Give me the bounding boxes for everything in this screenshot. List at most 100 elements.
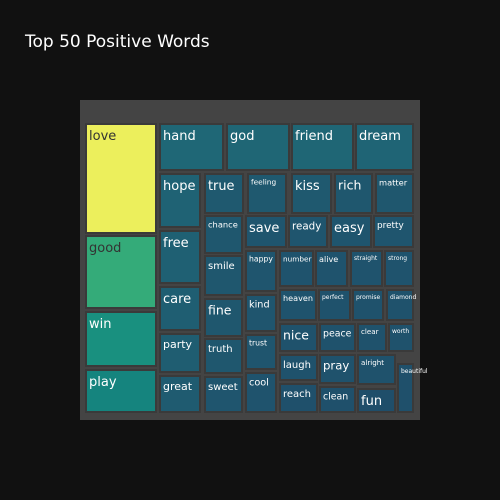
treemap-cell-alright[interactable]: alright	[357, 354, 396, 385]
treemap-cell-beautiful[interactable]: beautiful	[397, 363, 428, 413]
treemap-label: trust	[249, 339, 267, 348]
treemap-cell-alive[interactable]: alive	[315, 250, 348, 287]
treemap-cell-feeling[interactable]: feeling	[247, 173, 287, 214]
treemap-label: clear	[361, 327, 379, 336]
treemap-cell-friend[interactable]: friend	[291, 123, 354, 171]
treemap-cell-strong[interactable]: strong	[384, 250, 414, 287]
treemap-label: pretty	[377, 221, 404, 231]
treemap-label: smile	[208, 261, 235, 272]
treemap-label: alive	[319, 254, 338, 264]
treemap-label: nice	[283, 328, 309, 343]
treemap-cell-peace[interactable]: peace	[319, 323, 356, 352]
treemap-label: easy	[334, 221, 365, 236]
treemap-cell-nice[interactable]: nice	[279, 323, 318, 352]
treemap-cell-reach[interactable]: reach	[279, 383, 318, 413]
treemap-cell-true[interactable]: true	[204, 173, 244, 214]
treemap-cell-kiss[interactable]: kiss	[291, 173, 332, 214]
treemap-cell-sweet[interactable]: sweet	[204, 376, 243, 413]
treemap-label: party	[163, 338, 193, 351]
treemap-cell-smile[interactable]: smile	[204, 255, 243, 296]
treemap-chart: love good win play hand god friend dream hope fre…	[80, 100, 428, 420]
treemap-cell-god[interactable]: god	[226, 123, 290, 171]
treemap-label: chance	[208, 219, 238, 229]
treemap-cell-truth[interactable]: truth	[204, 338, 243, 374]
treemap-cell-care[interactable]: care	[159, 286, 201, 331]
treemap-cell-perfect[interactable]: perfect	[318, 289, 351, 321]
treemap-cell-number[interactable]: number	[279, 250, 314, 287]
treemap-label: kiss	[295, 179, 320, 194]
treemap-label: heaven	[283, 293, 313, 303]
treemap-cell-good[interactable]: good	[85, 235, 157, 309]
treemap-cell-clear[interactable]: clear	[357, 323, 387, 352]
treemap-cell-ready[interactable]: ready	[288, 215, 328, 248]
treemap-label: perfect	[322, 294, 344, 301]
treemap-label: cool	[249, 378, 269, 389]
treemap-cell-happy[interactable]: happy	[245, 250, 277, 292]
treemap-label: hope	[163, 179, 195, 194]
treemap-cell-save[interactable]: save	[245, 215, 287, 248]
treemap-cell-worth[interactable]: worth	[388, 323, 414, 352]
treemap-label: strong	[388, 255, 407, 262]
treemap-label: diamond	[390, 294, 416, 301]
treemap-label: hand	[163, 129, 196, 144]
treemap-cell-easy[interactable]: easy	[330, 215, 372, 248]
treemap-label: win	[89, 317, 111, 332]
treemap-cell-dream[interactable]: dream	[355, 123, 414, 171]
treemap-cell-hope[interactable]: hope	[159, 173, 201, 228]
treemap-label: care	[163, 292, 191, 307]
treemap-cell-heaven[interactable]: heaven	[279, 289, 317, 321]
treemap-cell-free[interactable]: free	[159, 230, 201, 284]
treemap-label: love	[89, 129, 116, 144]
treemap-label: fine	[208, 303, 232, 318]
treemap-cell-chance[interactable]: chance	[204, 215, 243, 254]
treemap-cell-diamond[interactable]: diamond	[386, 289, 416, 321]
treemap-label: worth	[392, 328, 409, 335]
treemap-cell-matter[interactable]: matter	[375, 173, 414, 214]
treemap-label: save	[249, 221, 279, 236]
treemap-label: ready	[292, 220, 321, 232]
treemap-label: fun	[361, 394, 382, 409]
treemap-label: number	[283, 254, 311, 263]
treemap-label: god	[230, 129, 254, 144]
treemap-label: reach	[283, 389, 311, 400]
treemap-label: sweet	[208, 382, 238, 393]
treemap-cell-kind[interactable]: kind	[245, 294, 277, 332]
treemap-label: feeling	[251, 177, 276, 186]
treemap-label: clean	[323, 391, 348, 402]
treemap-cell-play[interactable]: play	[85, 369, 157, 413]
treemap-cell-laugh[interactable]: laugh	[279, 354, 318, 381]
treemap-label: laugh	[283, 360, 311, 371]
treemap-label: free	[163, 236, 189, 251]
treemap-cell-clean[interactable]: clean	[319, 386, 356, 413]
treemap-label: straight	[354, 255, 378, 262]
treemap-cell-fun[interactable]: fun	[357, 388, 396, 413]
treemap-label: play	[89, 375, 117, 390]
treemap-label: alright	[361, 358, 384, 367]
treemap-cell-rich[interactable]: rich	[334, 173, 373, 214]
treemap-cell-fine[interactable]: fine	[204, 298, 243, 337]
treemap-cell-straight[interactable]: straight	[350, 250, 383, 287]
treemap-cell-pretty[interactable]: pretty	[373, 215, 414, 248]
treemap-label: good	[89, 241, 121, 256]
treemap-label: happy	[249, 255, 273, 264]
treemap-label: true	[208, 179, 235, 194]
treemap-label: matter	[379, 177, 408, 187]
treemap-label: friend	[295, 129, 333, 144]
treemap-cell-promise[interactable]: promise	[352, 289, 384, 321]
treemap-cell-great[interactable]: great	[159, 375, 201, 413]
treemap-label: great	[163, 380, 193, 393]
treemap-cell-love[interactable]: love	[85, 123, 157, 234]
treemap-cell-hand[interactable]: hand	[159, 123, 224, 171]
treemap-label: pray	[323, 359, 349, 373]
treemap-cell-party[interactable]: party	[159, 333, 201, 373]
treemap-label: promise	[356, 294, 380, 301]
treemap-cell-trust[interactable]: trust	[245, 334, 277, 370]
treemap-label: beautiful	[401, 368, 428, 375]
treemap-label: kind	[249, 300, 270, 311]
treemap-label: truth	[208, 344, 233, 355]
treemap-label: peace	[323, 328, 352, 339]
treemap-cell-cool[interactable]: cool	[245, 372, 277, 413]
treemap-cell-pray[interactable]: pray	[319, 354, 356, 384]
treemap-cell-win[interactable]: win	[85, 311, 157, 367]
treemap-label: rich	[338, 178, 361, 193]
